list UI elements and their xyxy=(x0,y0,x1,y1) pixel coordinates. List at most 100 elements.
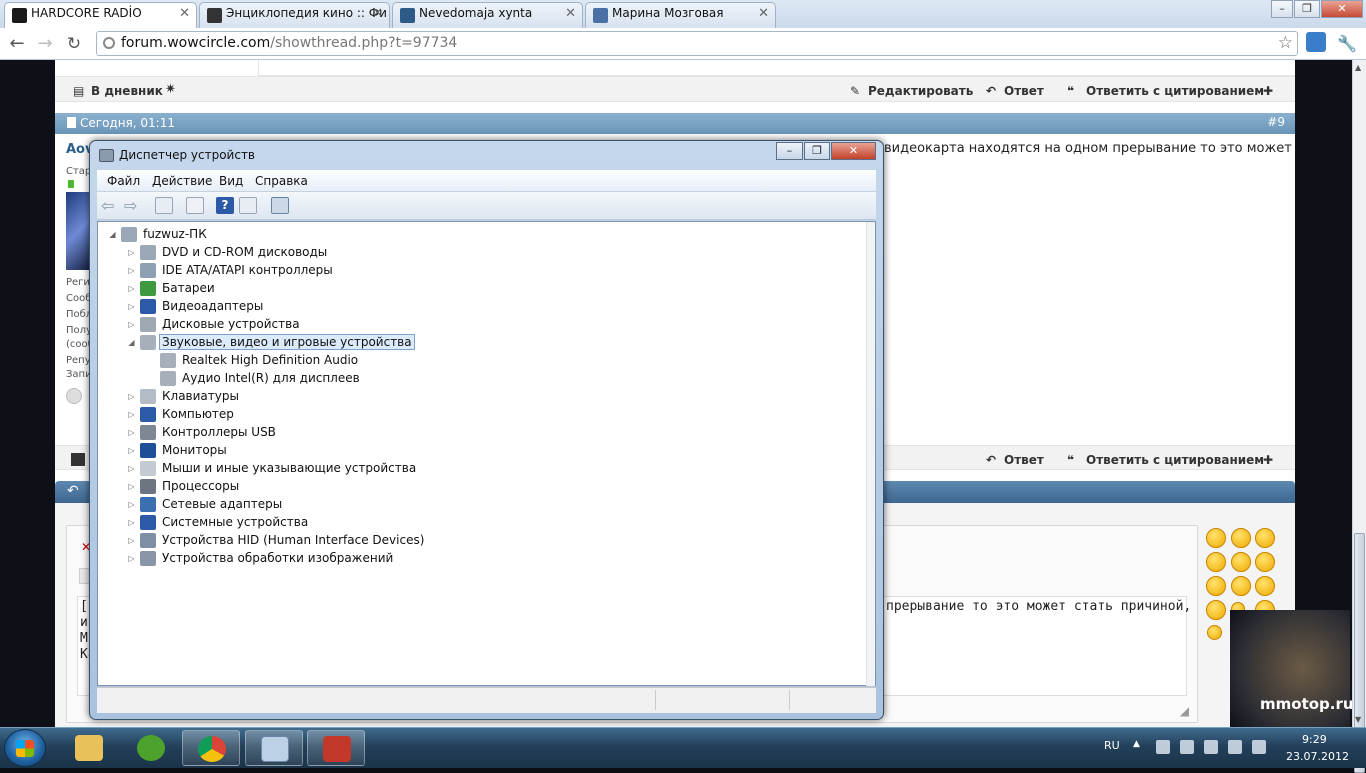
taskbar-chrome[interactable] xyxy=(182,730,240,766)
collapse-icon[interactable]: ◢ xyxy=(127,338,136,347)
expand-icon[interactable]: ▷ xyxy=(127,248,136,257)
menu-file[interactable]: Файл xyxy=(107,174,140,188)
expand-icon[interactable]: ▷ xyxy=(127,266,136,275)
clock-date[interactable]: 23.07.2012 xyxy=(1286,750,1349,763)
clock-time[interactable]: 9:29 xyxy=(1302,733,1327,746)
diary-link[interactable]: В дневник xyxy=(91,84,163,98)
smiley-icon[interactable] xyxy=(1231,576,1251,596)
toolbox-icon xyxy=(323,736,351,762)
smiley-icon[interactable] xyxy=(1206,528,1226,548)
expand-icon[interactable]: ▷ xyxy=(127,410,136,419)
bookmark-star-icon[interactable]: ☆ xyxy=(1278,33,1293,53)
tray-icon[interactable] xyxy=(1228,740,1242,754)
tab-hardcore-radio[interactable]: HARDCORE RADİO ✕ xyxy=(4,2,197,29)
reply-quote-link[interactable]: Ответить с цитированием xyxy=(1086,453,1264,467)
start-button[interactable] xyxy=(4,729,46,767)
properties-icon[interactable] xyxy=(186,197,204,214)
tray-icon[interactable] xyxy=(1180,740,1194,754)
tree-item-label: Батареи xyxy=(162,281,215,295)
tree-scrollbar[interactable] xyxy=(866,222,875,686)
console-tree-icon[interactable] xyxy=(155,197,173,214)
reload-icon[interactable]: ↻ xyxy=(63,33,85,55)
menu-help[interactable]: Справка xyxy=(255,174,308,188)
forward-arrow-icon[interactable]: ⇨ xyxy=(124,197,142,214)
volume-icon[interactable] xyxy=(1252,740,1266,754)
multi-quote-icon[interactable]: ✚ xyxy=(1263,84,1273,98)
tray-icon[interactable] xyxy=(1156,740,1170,754)
mmotop-banner[interactable]: mmotop.ru xyxy=(1230,610,1354,727)
back-arrow-icon[interactable]: ← xyxy=(6,33,28,55)
smiley-icon[interactable] xyxy=(1206,552,1226,572)
smiley-icon[interactable] xyxy=(1255,576,1275,596)
close-button[interactable]: ✕ xyxy=(831,142,876,160)
menu-action[interactable]: Действие xyxy=(152,174,212,188)
close-tab-icon[interactable]: ✕ xyxy=(758,6,769,21)
disk-drive-icon xyxy=(140,317,156,332)
reply-link[interactable]: Ответ xyxy=(1004,84,1044,98)
smiley-icon[interactable] xyxy=(1231,528,1251,548)
smiley-icon[interactable] xyxy=(1231,552,1251,572)
folder-icon xyxy=(75,735,103,761)
maximize-button[interactable]: ❐ xyxy=(804,142,830,160)
taskbar-device-manager[interactable] xyxy=(245,730,303,766)
page-scrollbar[interactable]: ▲ ▼ xyxy=(1352,60,1366,773)
gear-icon[interactable]: ✷ xyxy=(165,82,176,97)
thumbs-icon[interactable] xyxy=(71,453,85,466)
multi-quote-icon[interactable]: ✚ xyxy=(1263,453,1273,467)
smiley-icon[interactable] xyxy=(1255,552,1275,572)
extension-icon[interactable] xyxy=(1306,32,1326,52)
collapse-icon[interactable]: ◢ xyxy=(108,230,117,239)
smiley-icon[interactable] xyxy=(1206,600,1226,620)
expand-icon[interactable]: ▷ xyxy=(127,536,136,545)
expand-icon[interactable]: ▷ xyxy=(127,428,136,437)
edit-link[interactable]: Редактировать xyxy=(868,84,973,98)
remove-format-icon[interactable]: ✕ xyxy=(81,540,91,554)
smiley-icon[interactable] xyxy=(1207,625,1222,640)
wrench-icon[interactable]: 🔧 xyxy=(1336,33,1358,55)
tab-nevedomaja[interactable]: Nevedomaja xynta ✕ xyxy=(392,2,583,28)
expand-icon[interactable]: ▷ xyxy=(127,482,136,491)
monitor-icon xyxy=(140,443,156,458)
expand-icon[interactable]: ▷ xyxy=(127,392,136,401)
smiley-icon[interactable] xyxy=(1255,528,1275,548)
address-bar[interactable]: forum.wowcircle.com/showthread.php?t=977… xyxy=(96,31,1298,56)
tab-kino-encyclopedia[interactable]: Энциклопедия кино :: Фи ✕ xyxy=(199,2,390,28)
minimize-button[interactable]: – xyxy=(1271,0,1293,18)
close-tab-icon[interactable]: ✕ xyxy=(179,6,190,21)
forward-arrow-icon[interactable]: → xyxy=(34,33,56,55)
expand-icon[interactable]: ▷ xyxy=(127,446,136,455)
network-icon[interactable] xyxy=(1204,740,1218,754)
tab-marina[interactable]: Марина Мозговая ✕ xyxy=(585,2,776,28)
back-arrow-icon[interactable]: ⇦ xyxy=(101,197,119,214)
minimize-button[interactable]: – xyxy=(776,142,803,160)
expand-icon[interactable]: ▷ xyxy=(127,554,136,563)
smiley-icon[interactable] xyxy=(1206,576,1226,596)
scan-hardware-icon[interactable] xyxy=(271,197,289,214)
maximize-button[interactable]: ❐ xyxy=(1294,0,1320,18)
expand-icon[interactable]: ▷ xyxy=(127,464,136,473)
taskbar-utorrent[interactable] xyxy=(122,730,180,766)
taskbar-explorer[interactable] xyxy=(60,730,118,766)
expand-icon[interactable]: ▷ xyxy=(127,302,136,311)
resize-grip-icon[interactable]: ◢ xyxy=(1180,704,1189,718)
reply-link[interactable]: Ответ xyxy=(1004,453,1044,467)
reply-arrow-icon: ↶ xyxy=(67,483,79,499)
reputation-icon[interactable] xyxy=(66,388,82,404)
show-hidden-icons-icon[interactable]: ▲ xyxy=(1133,739,1140,749)
expand-icon[interactable]: ▷ xyxy=(127,500,136,509)
close-window-button[interactable]: ✕ xyxy=(1321,0,1363,18)
expand-icon[interactable]: ▷ xyxy=(127,284,136,293)
reply-quote-link[interactable]: Ответить с цитированием xyxy=(1086,84,1264,98)
close-tab-icon[interactable]: ✕ xyxy=(372,6,383,21)
view-icon[interactable] xyxy=(239,197,257,214)
menu-view[interactable]: Вид xyxy=(219,174,243,188)
expand-icon[interactable]: ▷ xyxy=(127,320,136,329)
scroll-down-icon[interactable]: ▼ xyxy=(1355,715,1361,724)
scroll-up-icon[interactable]: ▲ xyxy=(1355,63,1361,72)
expand-icon[interactable]: ▷ xyxy=(127,518,136,527)
post-number[interactable]: #9 xyxy=(1267,115,1285,129)
help-icon[interactable]: ? xyxy=(216,197,234,214)
close-tab-icon[interactable]: ✕ xyxy=(565,6,576,21)
language-indicator[interactable]: RU xyxy=(1104,739,1120,752)
taskbar-toolbox[interactable] xyxy=(307,730,365,766)
